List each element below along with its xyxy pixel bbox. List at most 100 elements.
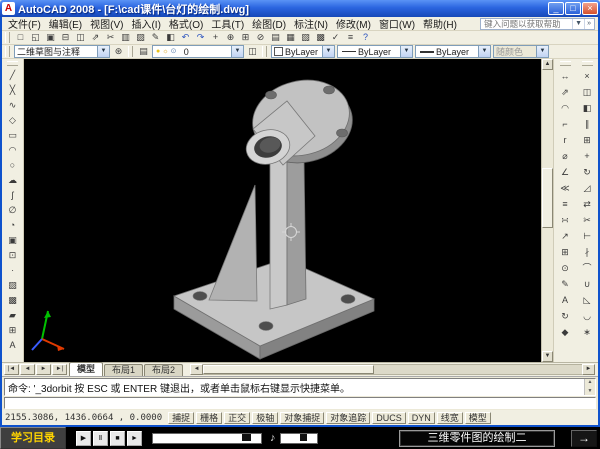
plotstyle-combo[interactable]: 随颜色 ▼ xyxy=(493,45,549,58)
sheet-set-manager-icon-button[interactable]: ▩ xyxy=(313,31,328,44)
grid-toggle[interactable]: 栅格 xyxy=(196,412,222,424)
combo-arrow-icon[interactable]: ▼ xyxy=(400,46,412,57)
center-mark-icon-button[interactable]: ⊙ xyxy=(557,260,574,276)
cmd-scroll-up-icon[interactable]: ▲ xyxy=(588,379,593,386)
combo-arrow-icon[interactable]: ▼ xyxy=(231,46,243,57)
trim-icon-button[interactable]: ✂ xyxy=(579,212,596,228)
otrack-toggle[interactable]: 对象追踪 xyxy=(326,412,370,424)
move-icon-button[interactable]: + xyxy=(579,148,596,164)
help-search-go-icon[interactable]: » xyxy=(584,19,593,29)
mtext-icon-button[interactable]: A xyxy=(4,338,21,353)
combo-arrow-icon[interactable]: ▼ xyxy=(478,46,490,57)
toolbar-grip[interactable] xyxy=(5,32,10,43)
dim-arc-length-icon-button[interactable]: ◠ xyxy=(557,100,574,116)
stop-button[interactable]: ■ xyxy=(110,431,125,446)
fillet-icon-button[interactable]: ◡ xyxy=(579,308,596,324)
menu-draw[interactable]: 绘图(D) xyxy=(248,16,290,31)
dim-ordinate-icon-button[interactable]: ⌐ xyxy=(557,116,574,132)
menu-dimension[interactable]: 标注(N) xyxy=(290,16,332,31)
layer-on-icon[interactable]: ● xyxy=(156,46,160,57)
ellipse-icon-button[interactable]: ∅ xyxy=(4,203,21,218)
layer-previous-button[interactable]: ◫ xyxy=(245,45,260,58)
canvas-hscrollbar[interactable]: ◄ ► xyxy=(190,364,595,375)
dim-continue-icon-button[interactable]: ∺ xyxy=(557,212,574,228)
combo-arrow-icon[interactable]: ▼ xyxy=(322,46,334,57)
layer-freeze-icon[interactable]: ☼ xyxy=(162,46,168,57)
chamfer-icon-button[interactable]: ◺ xyxy=(579,292,596,308)
circle-icon-button[interactable]: ○ xyxy=(4,158,21,173)
next-track-button[interactable]: ► xyxy=(127,431,142,446)
lineweight-combo[interactable]: ByLayer ▼ xyxy=(415,45,491,58)
mirror-icon-button[interactable]: ◧ xyxy=(579,100,596,116)
dim-radius-icon-button[interactable]: r xyxy=(557,132,574,148)
open-icon-button[interactable]: ◱ xyxy=(28,31,43,44)
polyline-icon-button[interactable]: ∿ xyxy=(4,98,21,113)
copy-icon-button[interactable]: ◫ xyxy=(579,84,596,100)
hscroll-left-button[interactable]: ◄ xyxy=(190,364,203,375)
tab-nav-last-button[interactable]: ►| xyxy=(52,364,67,375)
ducs-toggle[interactable]: DUCS xyxy=(372,412,406,424)
offset-icon-button[interactable]: ∥ xyxy=(579,116,596,132)
array-icon-button[interactable]: ⊞ xyxy=(579,132,596,148)
close-button[interactable]: × xyxy=(582,2,598,15)
undo-icon-button[interactable]: ↶ xyxy=(178,31,193,44)
command-history[interactable]: 命令: '_3dorbit 按 ESC 或 ENTER 键退出，或者单击鼠标右键… xyxy=(4,378,596,396)
osnap-toggle[interactable]: 对象捕捉 xyxy=(280,412,324,424)
dim-edit-icon-button[interactable]: ✎ xyxy=(557,276,574,292)
menu-help[interactable]: 帮助(H) xyxy=(419,16,461,31)
designcenter-icon-button[interactable]: ▦ xyxy=(283,31,298,44)
tab-layout1[interactable]: 布局1 xyxy=(104,364,143,376)
dim-style-icon-button[interactable]: ◆ xyxy=(557,324,574,340)
tab-layout2[interactable]: 布局2 xyxy=(144,364,183,376)
toolbar-grip[interactable] xyxy=(128,46,133,57)
hscroll-thumb[interactable] xyxy=(203,365,374,374)
toolbar-grip[interactable] xyxy=(7,61,18,66)
quickcalc-icon-button[interactable]: ≡ xyxy=(343,31,358,44)
tab-nav-first-button[interactable]: |◄ xyxy=(4,364,19,375)
menu-tools[interactable]: 工具(T) xyxy=(207,16,248,31)
vscroll-down-button[interactable]: ▼ xyxy=(542,351,553,362)
color-combo[interactable]: ByLayer ▼ xyxy=(271,45,335,58)
extend-icon-button[interactable]: ⊢ xyxy=(579,228,596,244)
table-icon-button[interactable]: ⊞ xyxy=(4,323,21,338)
properties-icon-button[interactable]: ▤ xyxy=(268,31,283,44)
zoom-window-icon-button[interactable]: ⊞ xyxy=(238,31,253,44)
rotate-icon-button[interactable]: ↻ xyxy=(579,164,596,180)
progress-slider[interactable] xyxy=(152,433,262,444)
vscroll-thumb[interactable] xyxy=(542,168,553,228)
dim-diameter-icon-button[interactable]: ⌀ xyxy=(557,148,574,164)
redo-icon-button[interactable]: ↷ xyxy=(193,31,208,44)
ellipse-arc-icon-button[interactable]: ◔ xyxy=(4,218,21,233)
linetype-combo[interactable]: ByLayer ▼ xyxy=(337,45,413,58)
dim-update-icon-button[interactable]: ↻ xyxy=(557,308,574,324)
progress-thumb[interactable] xyxy=(242,434,251,441)
layer-combo[interactable]: ●☼⊙■ 0 ▼ xyxy=(152,45,244,58)
menu-window[interactable]: 窗口(W) xyxy=(375,16,419,31)
polar-toggle[interactable]: 极轴 xyxy=(252,412,278,424)
save-icon-button[interactable]: ▣ xyxy=(43,31,58,44)
make-block-icon-button[interactable]: ⊡ xyxy=(4,248,21,263)
minimize-button[interactable]: _ xyxy=(548,2,564,15)
dyn-toggle[interactable]: DYN xyxy=(408,412,435,424)
maximize-button[interactable]: □ xyxy=(565,2,581,15)
tool-palettes-icon-button[interactable]: ▧ xyxy=(298,31,313,44)
combo-arrow-icon[interactable]: ▼ xyxy=(97,46,109,57)
ortho-toggle[interactable]: 正交 xyxy=(224,412,250,424)
lwt-toggle[interactable]: 线宽 xyxy=(437,412,463,424)
arc-icon-button[interactable]: ◠ xyxy=(4,143,21,158)
revision-cloud-icon-button[interactable]: ☁ xyxy=(4,173,21,188)
vscroll-up-button[interactable]: ▲ xyxy=(542,59,553,70)
explode-icon-button[interactable]: ∗ xyxy=(579,324,596,340)
insert-block-icon-button[interactable]: ▣ xyxy=(4,233,21,248)
toolbar-grip[interactable] xyxy=(5,46,10,57)
region-icon-button[interactable]: ▰ xyxy=(4,308,21,323)
toolbar-grip[interactable] xyxy=(262,46,267,57)
workspace-combo[interactable]: 二维草图与注释 ▼ xyxy=(14,45,110,58)
menu-insert[interactable]: 插入(I) xyxy=(127,16,164,31)
workspace-settings-icon-button[interactable]: ⊛ xyxy=(111,45,126,58)
line-icon-button[interactable]: ╱ xyxy=(4,68,21,83)
snap-toggle[interactable]: 捕捉 xyxy=(168,412,194,424)
break-at-point-icon-button[interactable]: ∤ xyxy=(579,244,596,260)
stretch-icon-button[interactable]: ⇄ xyxy=(579,196,596,212)
dim-text-edit-icon-button[interactable]: A xyxy=(557,292,574,308)
